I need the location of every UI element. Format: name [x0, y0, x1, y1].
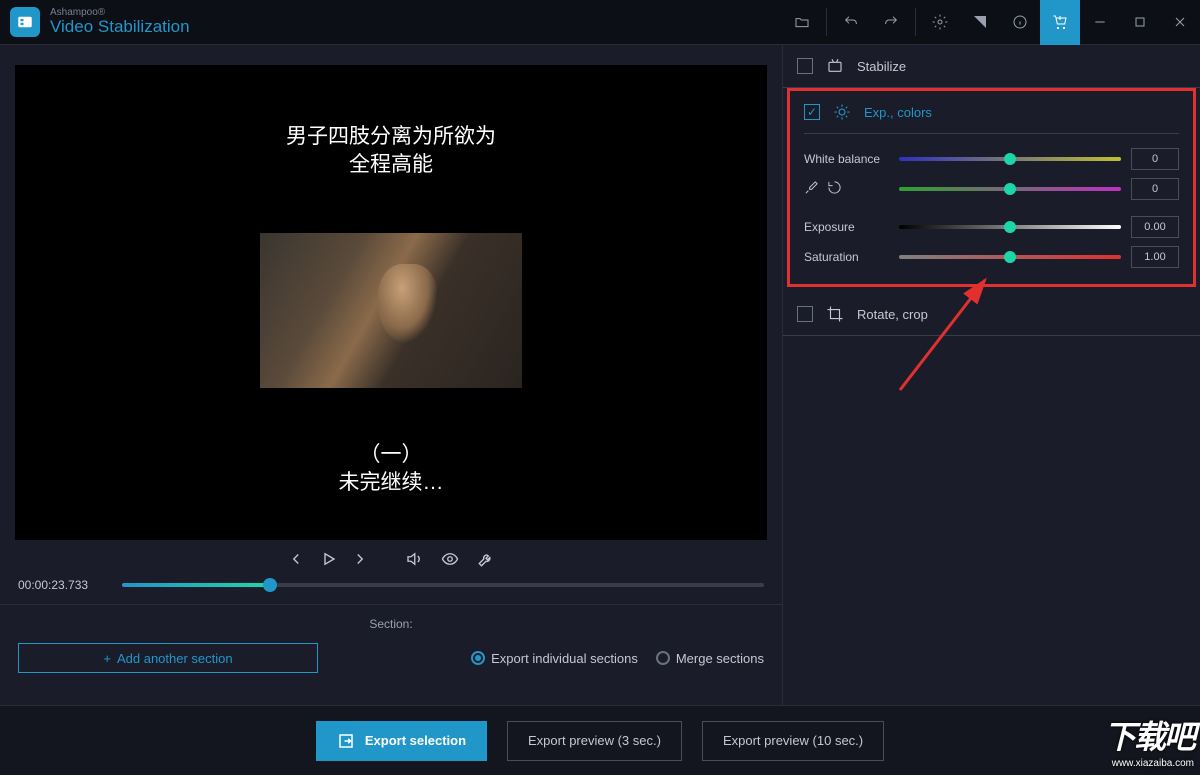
minimize-button[interactable]	[1080, 0, 1120, 45]
play-button[interactable]	[319, 550, 337, 568]
reset-wb-button[interactable]	[827, 180, 842, 198]
export-selection-label: Export selection	[365, 733, 466, 748]
export-individual-radio[interactable]: Export individual sections	[471, 651, 638, 666]
stabilize-label: Stabilize	[857, 59, 906, 74]
section-label: Section:	[18, 617, 764, 631]
exposure-slider[interactable]	[899, 225, 1121, 229]
app-title: Ashampoo® Video Stabilization	[50, 7, 190, 37]
white-balance-slider-2[interactable]	[899, 187, 1121, 191]
eyedropper-button[interactable]	[804, 180, 819, 198]
white-balance-slider-1[interactable]	[899, 157, 1121, 161]
overlay-line4: 未完继续…	[339, 469, 444, 497]
exposure-label: Exposure	[804, 220, 889, 234]
right-panel: Stabilize Exp., colors White balance 0	[782, 45, 1200, 705]
overlay-line2: 全程高能	[286, 151, 496, 179]
export-selection-button[interactable]: Export selection	[316, 721, 487, 761]
stabilize-panel-header[interactable]: Stabilize	[783, 45, 1200, 87]
video-frame: 男子四肢分离为所欲为 全程高能 （一） 未完继续…	[260, 68, 522, 538]
overlay-line3: （一）	[339, 441, 444, 469]
divider	[915, 8, 916, 36]
redo-button[interactable]	[871, 0, 911, 45]
merge-sections-radio[interactable]: Merge sections	[656, 651, 764, 666]
rotate-crop-checkbox[interactable]	[797, 306, 813, 322]
tools-button[interactable]	[477, 550, 495, 568]
stabilize-icon	[825, 57, 845, 75]
divider	[804, 133, 1179, 134]
white-balance-label: White balance	[804, 152, 889, 166]
prev-frame-button[interactable]	[287, 550, 305, 568]
export-preview-3-button[interactable]: Export preview (3 sec.)	[507, 721, 682, 761]
cart-button[interactable]	[1040, 0, 1080, 45]
exposure-value[interactable]: 0.00	[1131, 216, 1179, 238]
export-preview-10-label: Export preview (10 sec.)	[723, 733, 863, 748]
exp-colors-label: Exp., colors	[864, 105, 932, 120]
timeline-track[interactable]	[122, 583, 764, 587]
sun-icon	[832, 103, 852, 121]
stabilize-checkbox[interactable]	[797, 58, 813, 74]
preview-toggle-button[interactable]	[441, 550, 459, 568]
exp-colors-checkbox[interactable]	[804, 104, 820, 120]
slider-thumb[interactable]	[1004, 221, 1016, 233]
wb1-value[interactable]: 0	[1131, 148, 1179, 170]
titlebar: Ashampoo® Video Stabilization	[0, 0, 1200, 45]
product-text: Video Stabilization	[50, 18, 190, 37]
next-frame-button[interactable]	[351, 550, 369, 568]
video-preview[interactable]: 男子四肢分离为所欲为 全程高能 （一） 未完继续…	[15, 65, 767, 540]
exp-colors-header[interactable]: Exp., colors	[790, 91, 1193, 133]
video-still-image	[260, 233, 522, 388]
saturation-value[interactable]: 1.00	[1131, 246, 1179, 268]
export-bar: Export selection Export preview (3 sec.)…	[0, 705, 1200, 775]
player-controls	[0, 540, 782, 574]
saturation-label: Saturation	[804, 250, 889, 264]
add-section-label: Add another section	[117, 651, 233, 666]
undo-button[interactable]	[831, 0, 871, 45]
export-preview-10-button[interactable]: Export preview (10 sec.)	[702, 721, 884, 761]
volume-button[interactable]	[405, 550, 423, 568]
rotate-crop-header[interactable]: Rotate, crop	[783, 293, 1200, 335]
overlay-line1: 男子四肢分离为所欲为	[286, 123, 496, 151]
theme-button[interactable]	[960, 0, 1000, 45]
slider-thumb[interactable]	[1004, 183, 1016, 195]
radio-icon	[471, 651, 485, 665]
app-logo	[10, 7, 40, 37]
maximize-button[interactable]	[1120, 0, 1160, 45]
timeline-fill	[122, 583, 270, 587]
export-preview-3-label: Export preview (3 sec.)	[528, 733, 661, 748]
open-file-button[interactable]	[782, 0, 822, 45]
slider-thumb[interactable]	[1004, 153, 1016, 165]
export-individual-label: Export individual sections	[491, 651, 638, 666]
settings-button[interactable]	[920, 0, 960, 45]
merge-sections-label: Merge sections	[676, 651, 764, 666]
timeline-thumb[interactable]	[263, 578, 277, 592]
add-section-button[interactable]: + Add another section	[18, 643, 318, 673]
timecode: 00:00:23.733	[18, 578, 108, 592]
close-button[interactable]	[1160, 0, 1200, 45]
rotate-crop-label: Rotate, crop	[857, 307, 928, 322]
crop-icon	[825, 305, 845, 323]
radio-icon	[656, 651, 670, 665]
plus-icon: +	[103, 651, 111, 666]
divider	[826, 8, 827, 36]
slider-thumb[interactable]	[1004, 251, 1016, 263]
info-button[interactable]	[1000, 0, 1040, 45]
export-icon	[337, 732, 355, 750]
exp-colors-panel: Exp., colors White balance 0 0 Exposure	[787, 88, 1196, 287]
wb2-value[interactable]: 0	[1131, 178, 1179, 200]
saturation-slider[interactable]	[899, 255, 1121, 259]
